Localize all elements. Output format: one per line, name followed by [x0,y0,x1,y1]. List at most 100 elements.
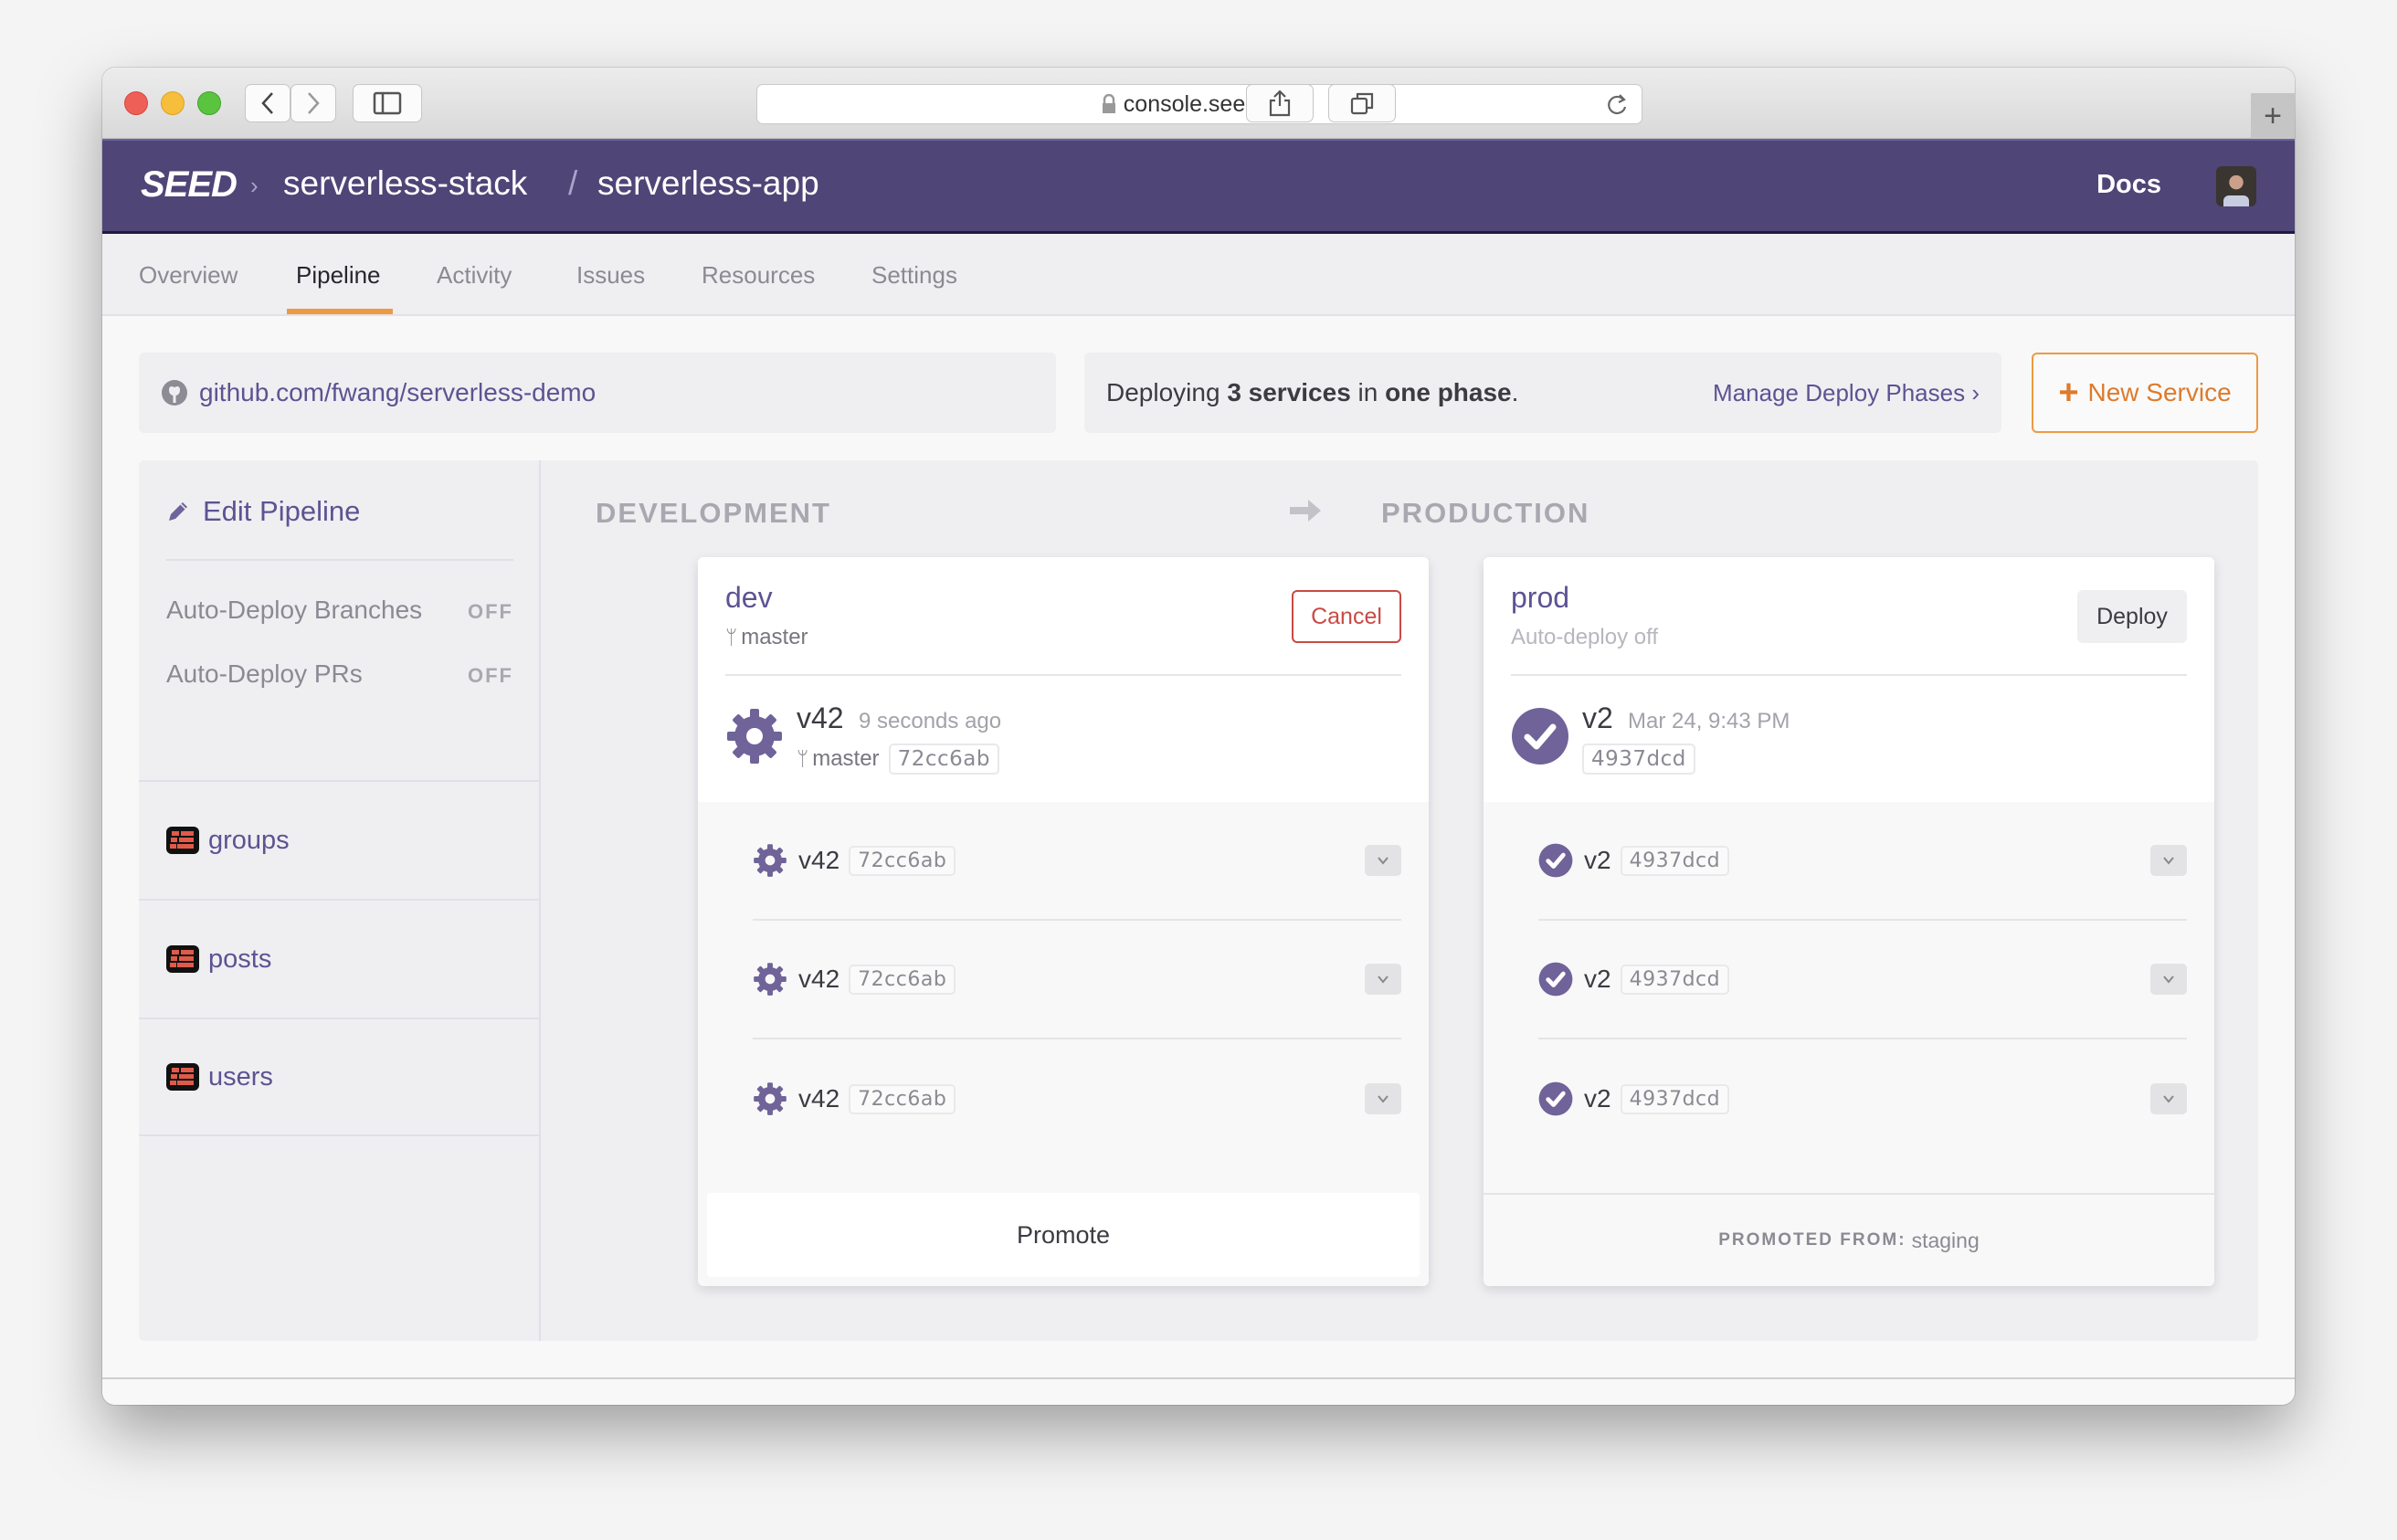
back-button[interactable] [245,84,290,122]
repo-box: github.com/fwang/serverless-demo [139,353,1056,433]
edit-pipeline-label: Edit Pipeline [203,495,361,527]
branch-icon: ᛘ [797,747,809,770]
serverless-service-icon [166,1063,199,1091]
promote-button[interactable]: Promote [707,1193,1420,1277]
commit-sha[interactable]: 72cc6ab [849,845,956,876]
breadcrumb-chevron-icon: › [250,172,259,199]
stage-name[interactable]: prod [1511,581,1569,615]
service-version[interactable]: v2 [1584,846,1611,875]
share-button[interactable] [1246,84,1314,122]
service-version[interactable]: v2 [1584,965,1611,994]
build-time: 9 seconds ago [859,709,1002,733]
commit-sha[interactable]: 72cc6ab [849,1083,956,1114]
plus-icon: + [2264,98,2282,133]
commit-sha[interactable]: 4937dcd [1620,1083,1730,1114]
browser-window: console.seed.run + SEED › serverless-sta… [102,68,2295,1405]
gear-icon [754,963,787,996]
service-version[interactable]: v2 [1584,1084,1611,1113]
github-icon [162,380,187,406]
new-tab-button[interactable]: + [2251,93,2295,139]
service-version[interactable]: v42 [798,846,839,875]
edit-pipeline-link[interactable]: Edit Pipeline [166,495,360,528]
address-bar[interactable]: console.seed.run [756,84,1642,124]
service-build-row: v2 4937dcd [1538,921,2187,1039]
maximize-window-button[interactable] [197,91,221,115]
service-build-row: v42 72cc6ab [753,802,1401,921]
divider [1511,674,2187,676]
service-build-row: v42 72cc6ab [753,921,1401,1039]
cancel-button[interactable]: Cancel [1292,590,1401,643]
service-version[interactable]: v42 [798,1084,839,1113]
promoted-from-label: PROMOTED FROM: [1718,1230,1906,1250]
stage-subtitle: Auto-deploy off [1511,625,1659,649]
sidebar-toggle-button[interactable] [353,84,422,122]
sidebar-service-posts[interactable]: posts [139,899,539,1018]
repo-link[interactable]: github.com/fwang/serverless-demo [199,378,596,407]
tabs-icon [1350,92,1374,115]
tab-settings[interactable]: Settings [871,261,957,290]
auto-deploy-prs-toggle[interactable]: Auto-Deploy PRs OFF [166,659,513,689]
auto-deploy-branches-toggle[interactable]: Auto-Deploy Branches OFF [166,596,513,625]
app-tabs: Overview Pipeline Activity Issues Resour… [102,234,2295,316]
docs-link[interactable]: Docs [2096,170,2161,200]
service-version[interactable]: v42 [798,965,839,994]
service-build-row: v2 4937dcd [1538,1039,2187,1158]
build-version[interactable]: v2 [1582,701,1613,735]
build-branch: master [812,746,880,771]
tabs-overview-button[interactable] [1328,84,1396,122]
toggle-status: OFF [468,664,513,687]
minimize-window-button[interactable] [161,91,185,115]
tab-issues[interactable]: Issues [576,261,645,290]
commit-sha[interactable]: 72cc6ab [888,744,999,775]
gear-icon [754,1082,787,1115]
tab-pipeline[interactable]: Pipeline [296,261,381,290]
commit-sha[interactable]: 72cc6ab [849,964,956,995]
expand-button[interactable] [1365,845,1401,876]
commit-sha[interactable]: 4937dcd [1582,744,1695,775]
build-time: Mar 24, 9:43 PM [1628,709,1790,733]
window-bottom-bar [102,1377,2295,1405]
stage-name[interactable]: dev [725,581,773,615]
deploy-summary: Deploying 3 services in one phase. [1106,378,1519,406]
reload-icon[interactable] [1605,92,1629,118]
service-name: groups [208,825,290,855]
tab-overview[interactable]: Overview [139,261,238,290]
expand-button[interactable] [2150,964,2187,995]
user-avatar[interactable] [2216,166,2256,206]
app-header: SEED › serverless-stack / serverless-app… [102,139,2295,234]
stage-card-header: prod Auto-deploy off Deploy v2 Mar 24, 9… [1484,557,2214,802]
service-name: users [208,1061,273,1092]
arrow-right-icon [1290,500,1321,522]
new-service-label: New Service [2087,378,2232,406]
chevron-right-icon [308,92,320,114]
expand-button[interactable] [2150,845,2187,876]
stage-title-production: PRODUCTION [1381,497,1590,529]
forward-button[interactable] [290,84,336,122]
close-window-button[interactable] [124,91,148,115]
check-circle-icon [1538,1081,1573,1116]
sidebar-icon [373,91,402,115]
manage-deploy-phases-link[interactable]: Manage Deploy Phases › [1713,379,1980,407]
expand-button[interactable] [2150,1083,2187,1114]
breadcrumb-org[interactable]: serverless-stack [283,164,527,203]
toggle-status: OFF [468,600,513,623]
lock-icon [1102,94,1115,113]
build-version[interactable]: v42 [797,701,844,735]
expand-button[interactable] [1365,964,1401,995]
deploy-button[interactable]: Deploy [2077,590,2187,643]
commit-sha[interactable]: 4937dcd [1620,964,1730,995]
tab-resources[interactable]: Resources [702,261,815,290]
expand-button[interactable] [1365,1083,1401,1114]
pipeline-sidebar: Edit Pipeline Auto-Deploy Branches OFF A… [139,460,541,1341]
seed-logo[interactable]: SEED [141,164,238,206]
tab-activity[interactable]: Activity [437,261,512,290]
breadcrumb-app[interactable]: serverless-app [597,164,819,203]
sidebar-service-groups[interactable]: groups [139,780,539,899]
stage-card-prod: prod Auto-deploy off Deploy v2 Mar 24, 9… [1484,557,2214,1286]
commit-sha[interactable]: 4937dcd [1620,845,1730,876]
sidebar-service-users[interactable]: users [139,1018,539,1136]
new-service-button[interactable]: + New Service [2032,353,2258,433]
active-tab-indicator [287,309,393,314]
promoted-from: PROMOTED FROM: staging [1484,1193,2214,1286]
service-build-row: v42 72cc6ab [753,1039,1401,1158]
